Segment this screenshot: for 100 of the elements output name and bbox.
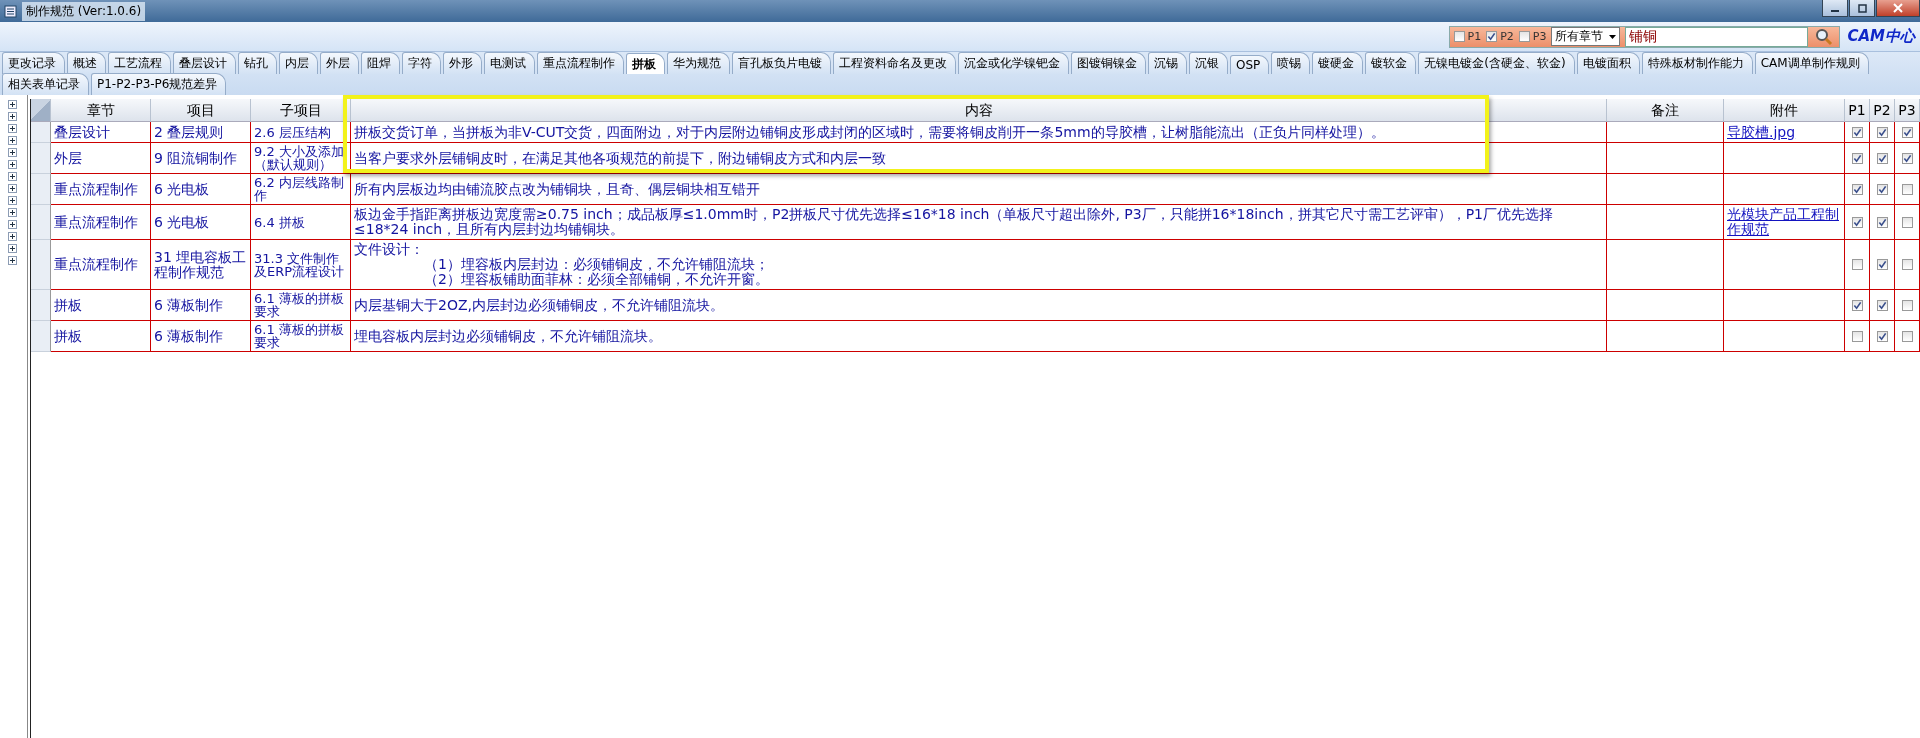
content-text: 内层基铜大于2OZ,内层封边必须铺铜皮，不允许铺阻流块。	[354, 297, 725, 313]
checkbox[interactable]	[1876, 152, 1888, 164]
table-cell: 拼板	[51, 290, 151, 321]
checkbox[interactable]	[1876, 183, 1888, 195]
content-text: 板边金手指距离拼板边宽度需≥0.75 inch；成品板厚≤1.0mm时，P2拼板尺寸优先选择≤16*18 inch（单板尺寸超出除外, P3厂，只能拼16*18inch，拼其它尺寸需工艺评审），P1厂优先选择≤18*24 inch，且所有内层封边均铺铜块。	[354, 207, 1554, 237]
checkbox[interactable]	[1901, 299, 1913, 311]
table-cell: 2.6 层压结构	[251, 122, 351, 143]
checkbox[interactable]	[1453, 31, 1465, 42]
search-field[interactable]: 铺铜	[1625, 26, 1809, 47]
tab[interactable]: 阻焊	[361, 52, 400, 74]
tab[interactable]: 字符	[402, 52, 441, 74]
expand-icon[interactable]	[8, 124, 17, 133]
tab[interactable]: 相关表单记录	[2, 73, 89, 95]
attachment-link[interactable]: 光模块产品工程制作规范	[1727, 207, 1841, 237]
checkbox[interactable]	[1851, 299, 1863, 311]
tab[interactable]: CAM调单制作规则	[1754, 52, 1869, 74]
checkbox[interactable]	[1901, 126, 1913, 138]
tab[interactable]: P1-P2-P3-P6规范差异	[91, 73, 227, 95]
checkbox[interactable]	[1518, 31, 1530, 42]
content-text: （2）埋容板铺助面菲林：必须全部铺铜，不允许开窗。	[423, 272, 770, 287]
expand-icon[interactable]	[8, 136, 17, 145]
expand-icon[interactable]	[8, 196, 17, 205]
column-header: 内容	[351, 99, 1607, 122]
close-button[interactable]	[1876, 0, 1920, 17]
tab[interactable]: 沉银	[1189, 52, 1228, 74]
expand-icon[interactable]	[8, 148, 17, 157]
tab[interactable]: 电测试	[484, 52, 535, 74]
expand-icon[interactable]	[8, 220, 17, 229]
column-header: P3	[1895, 99, 1920, 122]
table-cell: 外层	[51, 143, 151, 174]
tab[interactable]: 工程资料命名及更改	[833, 52, 956, 74]
content-text: 拼板交货订单，当拼板为非V-CUT交货，四面附边，对于内层附边铺铜皮形成封闭的区域时，需要将铜皮削开一条5mm的导胶槽，让树脂能流出（正负片同样处理）。	[354, 124, 1386, 140]
tab[interactable]: 沉金或化学镍钯金	[958, 52, 1069, 74]
chapter-dropdown[interactable]: 所有章节	[1551, 27, 1621, 46]
table-cell: 31 埋电容板工程制作规范	[151, 240, 251, 290]
checkbox[interactable]	[1901, 216, 1913, 228]
table-cell: 6 薄板制作	[151, 321, 251, 352]
tab[interactable]: OSP	[1230, 55, 1270, 74]
tab[interactable]: 拼板	[626, 53, 665, 74]
checkbox[interactable]	[1851, 183, 1863, 195]
checkbox[interactable]	[1901, 183, 1913, 195]
window-title: 制作规范 (Ver:1.0.6)	[22, 1, 146, 21]
column-header: 子项目	[251, 99, 351, 122]
tab[interactable]: 工艺流程	[108, 52, 171, 74]
tab[interactable]: 内层	[279, 52, 318, 74]
tab[interactable]: 外形	[443, 52, 482, 74]
tab[interactable]: 沉锡	[1148, 52, 1187, 74]
tab[interactable]: 华为规范	[667, 52, 730, 74]
expand-icon[interactable]	[8, 160, 17, 169]
content-text: 所有内层板边均由铺流胶点改为铺铜块，且奇、偶层铜块相互错开	[354, 181, 761, 197]
tab[interactable]: 叠层设计	[173, 52, 236, 74]
checkbox[interactable]	[1876, 299, 1888, 311]
checkbox[interactable]	[1851, 216, 1863, 228]
tab[interactable]: 无镍电镀金(含硬金、软金)	[1418, 52, 1575, 74]
expand-icon[interactable]	[8, 244, 17, 253]
attachment-link[interactable]: 导胶槽.jpg	[1727, 124, 1841, 140]
table-cell: 6 薄板制作	[151, 290, 251, 321]
checkbox[interactable]	[1876, 330, 1888, 342]
expand-icon[interactable]	[8, 112, 17, 121]
maximize-icon	[1857, 3, 1867, 13]
tab[interactable]: 图镀铜镍金	[1071, 52, 1146, 74]
tab[interactable]: 特殊板材制作能力	[1641, 52, 1753, 74]
column-header: 附件	[1724, 99, 1845, 122]
expand-icon[interactable]	[8, 232, 17, 241]
checkbox[interactable]	[1876, 126, 1888, 138]
checkbox[interactable]	[1901, 259, 1913, 270]
checkbox[interactable]	[1851, 126, 1863, 138]
checkbox[interactable]	[1486, 31, 1498, 42]
content-text: 文件设计：	[354, 242, 425, 257]
tab[interactable]: 喷锡	[1271, 52, 1311, 74]
tab[interactable]: 钻孔	[238, 52, 277, 74]
tab[interactable]: 外层	[320, 52, 359, 74]
content-text: 当客户要求外层铺铜皮时，在满足其他各项规范的前提下，附边铺铜皮方式和内层一致	[354, 150, 887, 166]
content-text: 埋电容板内层封边必须铺铜皮，不允许铺阻流块。	[354, 328, 663, 344]
tab[interactable]: 盲孔板负片电镀	[732, 52, 831, 74]
checkbox[interactable]	[1851, 259, 1863, 270]
checkbox-label: P2	[1500, 30, 1514, 43]
checkbox-label: P3	[1532, 30, 1547, 43]
tab[interactable]: 镀硬金	[1312, 52, 1364, 74]
table-cell: 重点流程制作	[51, 205, 151, 240]
checkbox[interactable]	[1851, 152, 1863, 164]
expand-icon[interactable]	[8, 172, 17, 181]
maximize-button[interactable]	[1849, 0, 1875, 17]
table-cell: 6.1 薄板的拼板要求	[251, 290, 351, 321]
expand-icon[interactable]	[8, 184, 17, 193]
expand-icon[interactable]	[8, 208, 17, 217]
minimize-button[interactable]	[1822, 0, 1848, 17]
checkbox[interactable]	[1901, 330, 1913, 342]
checkbox[interactable]	[1876, 259, 1888, 270]
tab[interactable]: 更改记录	[2, 52, 65, 74]
table-cell: 重点流程制作	[51, 240, 151, 290]
tab[interactable]: 概述	[67, 52, 106, 74]
tab[interactable]: 电镀面积	[1576, 52, 1640, 74]
checkbox[interactable]	[1851, 330, 1863, 342]
checkbox[interactable]	[1876, 216, 1888, 228]
expand-icon[interactable]	[8, 256, 17, 265]
tab[interactable]: 重点流程制作	[537, 52, 624, 74]
expand-icon[interactable]	[8, 100, 17, 109]
tab[interactable]: 镀软金	[1365, 52, 1417, 74]
checkbox[interactable]	[1901, 152, 1913, 164]
